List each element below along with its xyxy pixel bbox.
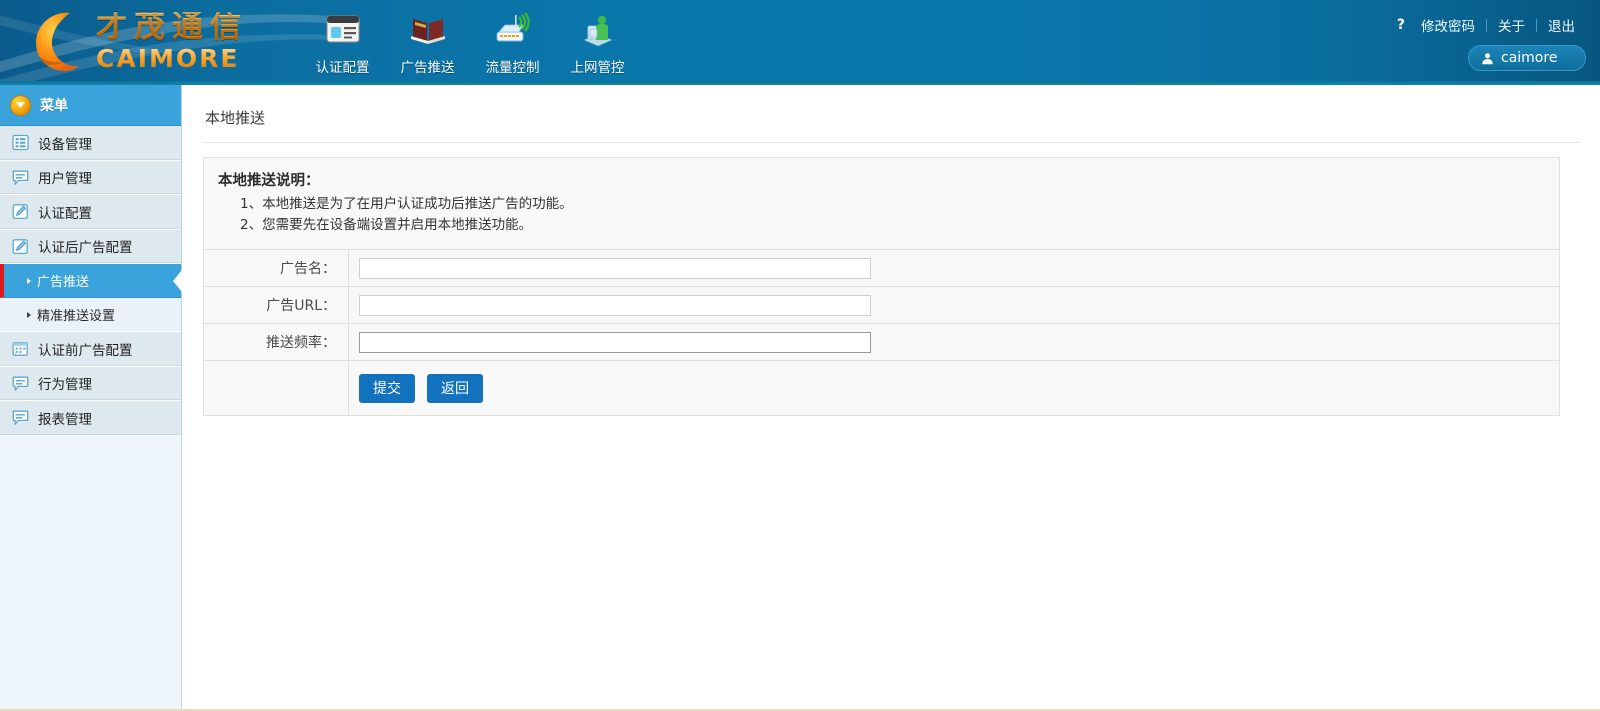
sidebar-menu-title: 菜单: [40, 98, 68, 114]
sidebar-item-label: 设备管理: [38, 136, 92, 153]
field-label-ad-url: 广告URL：: [204, 287, 349, 323]
submit-button[interactable]: 提交: [359, 373, 415, 403]
sidebar-item-label: 认证后广告配置: [38, 240, 133, 257]
sidebar-item-auth-config[interactable]: 认证配置: [0, 195, 181, 230]
logout-link[interactable]: 退出: [1537, 15, 1586, 35]
sidebar-item-pre-auth-ad-config[interactable]: 认证前广告配置: [0, 332, 181, 367]
field-row-ad-url: 广告URL：: [204, 287, 1559, 324]
top-navigation: 认证配置 广告推送 流量控制 上网管控: [300, 4, 640, 76]
grid-list-icon: [12, 135, 29, 151]
sidebar-subitem-label: 广告推送: [37, 275, 90, 290]
sidebar-item-label: 报表管理: [38, 411, 92, 428]
topnav-item-ad-push[interactable]: 广告推送: [385, 4, 470, 76]
user-name: caimore: [1501, 50, 1558, 66]
traffic-control-icon: [470, 8, 555, 52]
field-row-ad-name: 广告名：: [204, 250, 1559, 287]
topnav-item-auth-config[interactable]: 认证配置: [300, 4, 385, 76]
app-header: 才茂通信 CAIMORE 认证配置 广告推送 流量控制 上网管控 ? 修改密码 …: [0, 0, 1600, 85]
field-label-ad-name: 广告名：: [204, 250, 349, 286]
brand-logo[interactable]: 才茂通信 CAIMORE: [18, 5, 248, 77]
ad-url-input[interactable]: [359, 294, 871, 316]
info-note-box: 本地推送说明： 1、本地推送是为了在用户认证成功后推送广告的功能。 2、您需要先…: [204, 158, 1559, 250]
field-label-push-frequency: 推送频率：: [204, 324, 349, 360]
field-control-push-frequency: [349, 324, 1559, 360]
topnav-item-traffic-control[interactable]: 流量控制: [470, 4, 555, 76]
action-buttons: 提交 返回: [349, 373, 483, 403]
about-link[interactable]: 关于: [1487, 15, 1536, 35]
page-title: 本地推送: [205, 109, 266, 127]
sidebar-subitem-ad-push[interactable]: 广告推送: [0, 264, 181, 298]
field-control-ad-url: [349, 287, 1559, 323]
sidebar-item-label: 用户管理: [38, 171, 92, 188]
speech-bubble-icon: [12, 170, 29, 185]
speech-bubble-icon: [12, 376, 29, 391]
local-push-form: 本地推送说明： 1、本地推送是为了在用户认证成功后推送广告的功能。 2、您需要先…: [203, 157, 1560, 416]
field-row-push-frequency: 推送频率：: [204, 324, 1559, 361]
triangle-right-icon: [27, 277, 31, 284]
auth-config-icon: [300, 8, 385, 52]
ad-push-icon: [385, 8, 470, 52]
user-icon: [1482, 52, 1493, 64]
pencil-square-icon: [12, 238, 28, 254]
brand-name-en: CAIMORE: [96, 46, 248, 71]
sidebar-item-label: 行为管理: [38, 377, 92, 394]
ad-name-input[interactable]: [359, 257, 871, 279]
crescent-moon-logo-icon: [36, 12, 79, 71]
sidebar-item-label: 认证前广告配置: [38, 342, 133, 359]
topnav-label-traffic-control: 流量控制: [485, 60, 540, 76]
brand-name-cn: 才茂通信: [96, 8, 248, 45]
topnav-label-auth-config: 认证配置: [315, 60, 370, 76]
sidebar: 菜单 设备管理 用户管理 认证配置 认证后广告配置 广告推送 精准推送设置 认证…: [0, 85, 182, 711]
sidebar-subitem-precise-push-settings[interactable]: 精准推送设置: [0, 298, 181, 332]
push-frequency-input[interactable]: [359, 331, 871, 353]
header-links: ? 修改密码 关于 退出: [1397, 15, 1586, 35]
user-badge[interactable]: caimore: [1468, 45, 1586, 71]
topnav-label-ad-push: 广告推送: [400, 60, 455, 76]
speech-bubble-icon: [12, 410, 29, 426]
sidebar-item-report-management[interactable]: 报表管理: [0, 401, 181, 436]
form-actions-row: 提交 返回: [204, 361, 1559, 416]
sidebar-item-user-management[interactable]: 用户管理: [0, 160, 181, 195]
main-content: 本地推送 本地推送说明： 1、本地推送是为了在用户认证成功后推送广告的功能。 2…: [183, 85, 1600, 711]
change-password-link[interactable]: 修改密码: [1410, 15, 1486, 35]
calendar-icon: [12, 342, 28, 357]
sidebar-item-behavior-management[interactable]: 行为管理: [0, 366, 181, 401]
topnav-label-internet-control: 上网管控: [570, 60, 625, 76]
sidebar-item-label: 认证配置: [38, 205, 92, 222]
topnav-item-internet-control[interactable]: 上网管控: [555, 4, 640, 76]
internet-control-icon: [555, 8, 640, 52]
sidebar-subitem-label: 精准推送设置: [37, 309, 116, 324]
sidebar-menu-header[interactable]: 菜单: [0, 85, 181, 126]
pencil-square-icon: [12, 204, 28, 220]
help-question-icon[interactable]: ?: [1397, 17, 1405, 33]
note-title: 本地推送说明：: [218, 173, 320, 189]
actions-spacer: [204, 361, 349, 415]
sidebar-item-post-auth-ad-config[interactable]: 认证后广告配置: [0, 229, 181, 264]
triangle-right-icon: [27, 311, 31, 318]
sidebar-item-device-management[interactable]: 设备管理: [0, 126, 181, 161]
title-divider: [203, 142, 1580, 143]
field-control-ad-name: [349, 250, 1559, 286]
back-button[interactable]: 返回: [427, 373, 483, 403]
chevron-down-icon: [10, 94, 31, 116]
note-line: 1、本地推送是为了在用户认证成功后推送广告的功能。: [240, 196, 573, 212]
note-line: 2、您需要先在设备端设置并启用本地推送功能。: [240, 217, 533, 233]
